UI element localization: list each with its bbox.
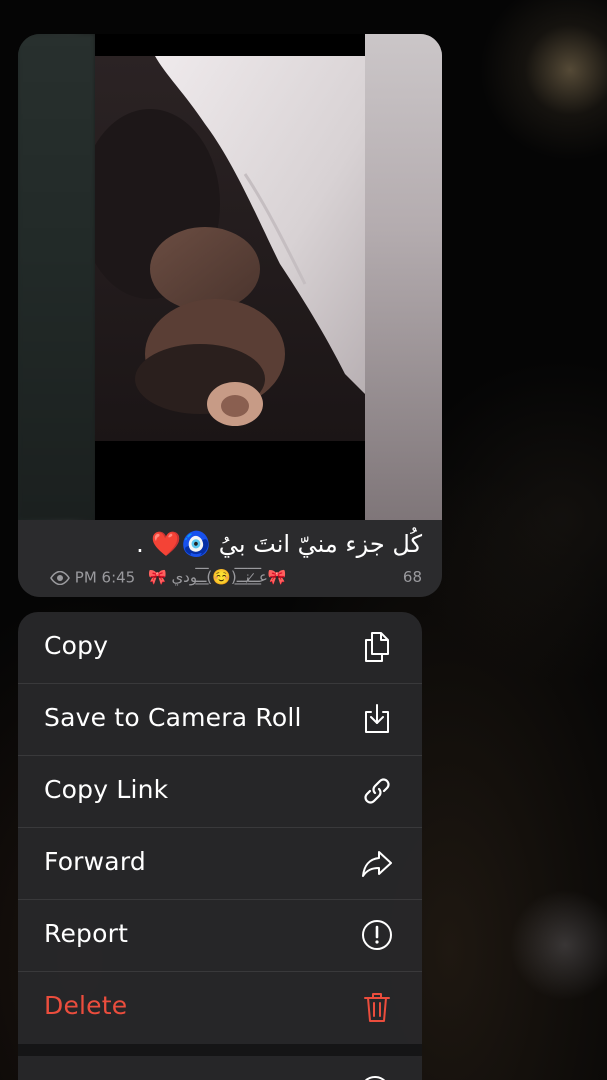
media-frame[interactable] (18, 34, 442, 520)
caption-text[interactable]: كُل جزء منيّ انتَ بيُ 🧿❤️ . (38, 530, 422, 558)
menu-item-label: Copy Link (44, 775, 169, 804)
message-bubble[interactable]: كُل جزء منيّ انتَ بيُ 🧿❤️ . PM 6:45 🎀عـ̷… (18, 34, 442, 597)
message-photo[interactable] (95, 34, 365, 520)
time-label: PM 6:45 (74, 568, 136, 587)
view-count: 68 (402, 568, 422, 586)
info-circle-icon (358, 1074, 392, 1080)
context-menu: Copy Save to Camera Roll Copy Link Forwa… (18, 612, 422, 1080)
message-caption[interactable]: كُل جزء منيّ انتَ بيُ 🧿❤️ . PM 6:45 🎀عـ̷… (18, 520, 442, 597)
menu-item-report[interactable]: Report (18, 900, 422, 972)
eye-icon (50, 570, 70, 585)
copy-icon (360, 630, 394, 664)
menu-item-delete[interactable]: Delete (18, 972, 422, 1043)
menu-item-copy[interactable]: Copy (18, 612, 422, 684)
trash-icon (360, 990, 394, 1024)
exclamation-circle-icon (360, 918, 394, 952)
screen: كُل جزء منيّ انتَ بيُ 🧿❤️ . PM 6:45 🎀عـ̷… (0, 0, 607, 1080)
menu-item-save-camera-roll[interactable]: Save to Camera Roll (18, 684, 422, 756)
author-signature: 🎀عـ̷͟͞͞ـنـ͟͞͞ـ(☺️)ـ͟͞͞ـودي 🎀 (148, 568, 287, 586)
menu-item-label: Copy (44, 631, 109, 660)
menu-item-more[interactable] (18, 1056, 422, 1080)
menu-item-forward[interactable]: Forward (18, 828, 422, 900)
menu-item-label: Delete (44, 991, 128, 1020)
media-blur-right (365, 34, 442, 520)
menu-item-label: Forward (44, 847, 146, 876)
message-meta: PM 6:45 🎀عـ̷͟͞͞ـنـ͟͞͞ـ(☺️)ـ͟͞͞ـودي 🎀 68 (18, 568, 422, 588)
menu-section-divider (18, 1044, 422, 1056)
forward-arrow-icon (360, 846, 394, 880)
menu-item-label: Report (44, 919, 129, 948)
meta-time: PM 6:45 (50, 568, 135, 587)
media-blur-left (18, 34, 95, 520)
menu-item-label: Save to Camera Roll (44, 703, 302, 732)
menu-item-copy-link[interactable]: Copy Link (18, 756, 422, 828)
link-icon (360, 774, 394, 808)
download-icon (360, 702, 394, 736)
